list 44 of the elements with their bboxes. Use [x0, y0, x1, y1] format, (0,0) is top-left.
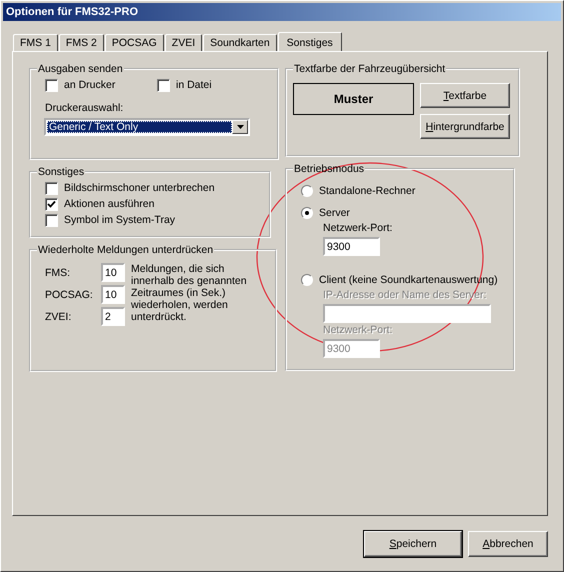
group-title: Ausgaben senden — [37, 63, 124, 75]
radio-button[interactable] — [301, 184, 313, 196]
tab[interactable]: ZVEI — [164, 34, 202, 51]
field-label: POCSAG: — [45, 288, 94, 300]
checkbox[interactable] — [45, 78, 58, 92]
group-title: Textfarbe der Fahrzeugübersicht — [293, 63, 446, 75]
seconds-field[interactable]: 10 — [101, 285, 125, 304]
group-title: Sonstiges — [37, 166, 86, 178]
field-label: ZVEI: — [45, 310, 72, 322]
printer-dropdown[interactable]: Generic / Text Only — [44, 118, 250, 136]
save-button[interactable]: Speichern — [364, 531, 462, 557]
text-field[interactable]: 9300 — [323, 237, 380, 256]
checkbox-label: Symbol im System-Tray — [64, 214, 176, 226]
checkbox-label: an Drucker — [64, 79, 116, 91]
radio-button[interactable] — [301, 274, 313, 286]
checkbox-label: Aktionen ausführen — [64, 198, 154, 210]
seconds-field[interactable]: 2 — [101, 307, 125, 326]
field-label: Netzwerk-Port: — [323, 222, 394, 235]
tab[interactable]: POCSAG — [104, 34, 164, 51]
tab[interactable]: FMS 2 — [58, 34, 104, 51]
tab[interactable]: Soundkarten — [203, 34, 277, 51]
dropdown-value: Generic / Text Only — [47, 121, 232, 133]
checkbox[interactable] — [45, 198, 58, 210]
color-button[interactable]: Hintergrundfarbe — [420, 114, 510, 139]
description-text: Meldungen, die sich innerhalb des genannten Zeitraumes (in Sek.) wiederholen, werden unterdrückt. — [131, 263, 248, 325]
checkbox-label: Bildschirmschoner unterbrechen — [64, 182, 215, 194]
field-label: Druckerauswahl: — [45, 102, 124, 114]
checkbox[interactable] — [45, 214, 58, 226]
field-label: Netzwerk-Port: — [323, 324, 394, 337]
group-title: Wiederholte Meldungen unterdrücken — [37, 244, 214, 256]
field-label: FMS: — [45, 266, 72, 278]
tab[interactable]: Sonstiges — [278, 32, 342, 52]
checkbox[interactable] — [157, 78, 170, 92]
color-sample: Muster — [293, 83, 414, 115]
seconds-field[interactable]: 10 — [101, 263, 125, 282]
window-title: Optionen für FMS32-PRO — [6, 6, 138, 18]
cancel-button[interactable]: Abbrechen — [468, 531, 548, 557]
checkbox-label: in Datei — [176, 79, 212, 91]
tab[interactable]: FMS 1 — [13, 34, 58, 51]
radio-button[interactable] — [301, 206, 313, 218]
radio-label: Standalone-Rechner — [319, 184, 416, 196]
radio-label: Server — [319, 206, 350, 218]
checkbox[interactable] — [45, 182, 58, 194]
color-button[interactable]: Textfarbe — [420, 83, 510, 108]
